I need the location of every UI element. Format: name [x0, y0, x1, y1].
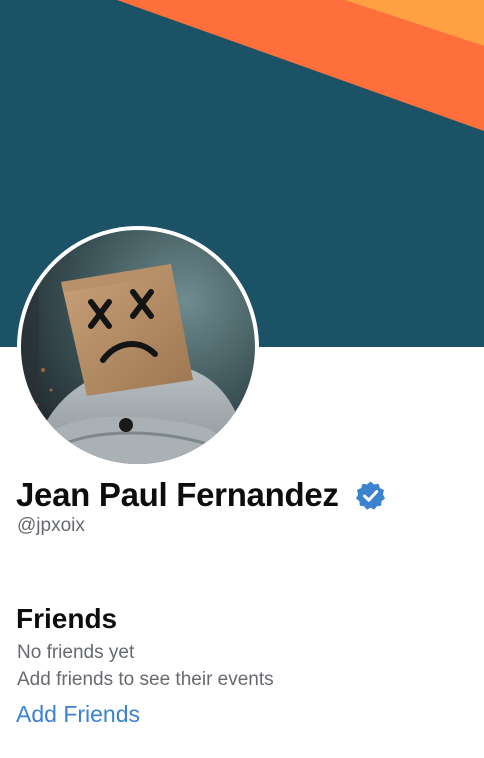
friends-empty-title: No friends yet — [17, 642, 135, 663]
name-row: Jean Paul Fernandez — [16, 473, 386, 517]
friends-empty-subtitle: Add friends to see their events — [17, 669, 274, 690]
profile-page: Jean Paul Fernandez @jpxoix Friends No f… — [0, 0, 484, 758]
friends-section-title: Friends — [16, 603, 118, 634]
avatar[interactable] — [21, 230, 255, 464]
profile-name: Jean Paul Fernandez — [16, 476, 339, 513]
add-friends-link[interactable]: Add Friends — [16, 701, 140, 728]
verified-badge-icon — [355, 480, 386, 511]
avatar-image — [21, 230, 255, 464]
avatar-frame[interactable] — [17, 226, 259, 468]
profile-handle: @jpxoix — [17, 515, 85, 536]
